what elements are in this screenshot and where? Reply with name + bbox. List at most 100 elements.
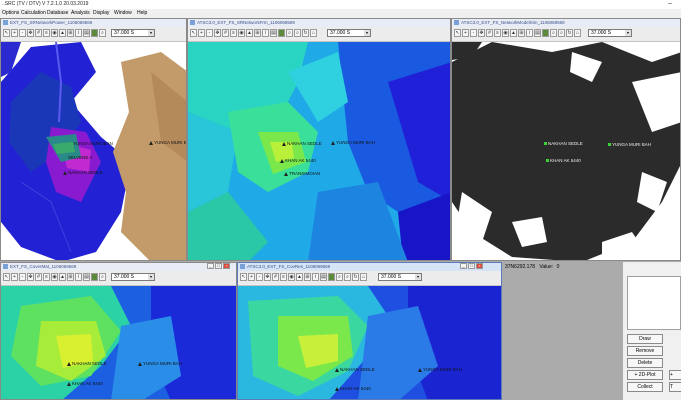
layer-tool-icon[interactable]: ≡	[494, 29, 501, 37]
map-window-5[interactable]: ATSC3.0_EXT_FS_CovRes_1106069569 _ □ × ↖…	[237, 262, 502, 400]
find-tool-icon[interactable]: ⌕	[336, 273, 343, 281]
measure-tool-icon[interactable]: ⊞	[67, 273, 74, 281]
pin-tool-icon[interactable]: ◉	[502, 29, 509, 37]
zoom-in-icon[interactable]: +	[11, 29, 18, 37]
scale-select[interactable]: 37.000 S ▾	[111, 273, 155, 281]
plot-list[interactable]	[627, 276, 681, 330]
landscape-tool-icon[interactable]	[328, 273, 335, 281]
pan-tool-icon[interactable]: ✥	[27, 273, 34, 281]
window-minimize-button[interactable]: _	[460, 263, 467, 269]
zoom-in-icon[interactable]: +	[198, 29, 205, 37]
pointer-tool-icon[interactable]: ↖	[3, 273, 10, 281]
zoom-out-icon[interactable]: -	[256, 273, 263, 281]
scale-select[interactable]: 37.000 S ▾	[378, 273, 422, 281]
measure-tool-icon[interactable]: ⊞	[67, 29, 74, 37]
scale-select[interactable]: 37.000 S ▾	[111, 29, 155, 37]
coverage-map[interactable]: NAKHAN SEDLE YUNGA MURI BAH KHAN AK 5440	[1, 286, 236, 399]
chevron-down-icon[interactable]: ▾	[364, 30, 370, 36]
grid-tool-icon[interactable]: #	[272, 273, 279, 281]
pointer-tool-icon[interactable]: ↖	[240, 273, 247, 281]
landscape-tool-icon[interactable]	[542, 29, 549, 37]
scale-select[interactable]: 37.000 S ▾	[327, 29, 371, 37]
grid-tool-icon[interactable]: #	[35, 273, 42, 281]
draw-button[interactable]: Draw	[627, 334, 663, 344]
menu-window[interactable]: Window	[114, 10, 132, 16]
chevron-down-icon[interactable]: ▾	[148, 274, 154, 280]
refresh-tool-icon[interactable]: ↻	[352, 273, 359, 281]
layer-tool-icon[interactable]: ≡	[280, 273, 287, 281]
print-tool-icon[interactable]: ▤	[534, 29, 541, 37]
landscape-tool-icon[interactable]	[278, 29, 285, 37]
minimize-button[interactable]: –	[668, 0, 672, 8]
zoom-out-icon[interactable]: -	[19, 273, 26, 281]
info-tool-icon[interactable]: i	[75, 29, 82, 37]
menu-help[interactable]: Help	[137, 10, 147, 16]
pan-tool-icon[interactable]: ✥	[214, 29, 221, 37]
measure-tool-icon[interactable]: ⊞	[518, 29, 525, 37]
chevron-down-icon[interactable]: ▾	[415, 274, 421, 280]
map-window-3[interactable]: ATSC3.0_EXT_FS_NetworkModelSim_110606956…	[451, 18, 681, 261]
zoom-in-icon[interactable]: +	[462, 29, 469, 37]
search-tool-icon[interactable]: ⌕	[294, 29, 301, 37]
pin-tool-icon[interactable]: ◉	[51, 273, 58, 281]
grid-tool-icon[interactable]: #	[486, 29, 493, 37]
menu-calculation[interactable]: Calculation	[21, 10, 46, 16]
measure-tool-icon[interactable]: ⊞	[254, 29, 261, 37]
pointer-tool-icon[interactable]: ↖	[454, 29, 461, 37]
terrain-tool-icon[interactable]: ▲	[510, 29, 517, 37]
home-tool-icon[interactable]: ⌂	[360, 273, 367, 281]
terrain-tool-icon[interactable]: ▲	[59, 273, 66, 281]
zoom-in-icon[interactable]: +	[11, 273, 18, 281]
coverage-map[interactable]: NAKHAN SEDLE YUNGA MURI BAH KHAN AK 5440	[452, 42, 680, 260]
measure-tool-icon[interactable]: ⊞	[304, 273, 311, 281]
refresh-tool-icon[interactable]: ↻	[566, 29, 573, 37]
home-tool-icon[interactable]: ⌂	[574, 29, 581, 37]
pan-tool-icon[interactable]: ✥	[27, 29, 34, 37]
print-tool-icon[interactable]: ▤	[320, 273, 327, 281]
menu-display[interactable]: Display	[93, 10, 109, 16]
grid-tool-icon[interactable]: #	[35, 29, 42, 37]
pointer-tool-icon[interactable]: ↖	[3, 29, 10, 37]
grid-tool-icon[interactable]: #	[222, 29, 229, 37]
window-minimize-button[interactable]: _	[207, 263, 214, 269]
print-tool-icon[interactable]: ▤	[83, 273, 90, 281]
pan-tool-icon[interactable]: ✥	[264, 273, 271, 281]
chevron-down-icon[interactable]: ▾	[625, 30, 631, 36]
delete-button[interactable]: Delete	[627, 358, 663, 368]
zoom-out-icon[interactable]: -	[470, 29, 477, 37]
find-tool-icon[interactable]: ⌕	[99, 273, 106, 281]
pan-tool-icon[interactable]: ✥	[478, 29, 485, 37]
info-tool-icon[interactable]: i	[262, 29, 269, 37]
pin-tool-icon[interactable]: ◉	[51, 29, 58, 37]
find-tool-icon[interactable]: ⌕	[286, 29, 293, 37]
print-tool-icon[interactable]: ▤	[270, 29, 277, 37]
add-2d-plot-button[interactable]: + 2D-Plot	[627, 370, 663, 380]
window-maximize-button[interactable]: □	[468, 263, 475, 269]
print-tool-icon[interactable]: ▤	[83, 29, 90, 37]
find-tool-icon[interactable]: ⌕	[99, 29, 106, 37]
window-close-button[interactable]: ×	[223, 263, 230, 269]
chevron-down-icon[interactable]: ▾	[148, 30, 154, 36]
window-maximize-button[interactable]: □	[215, 263, 222, 269]
landscape-tool-icon[interactable]	[91, 29, 98, 37]
terrain-tool-icon[interactable]: ▲	[296, 273, 303, 281]
find-tool-icon[interactable]: ⌕	[550, 29, 557, 37]
terrain-tool-icon[interactable]: ▲	[59, 29, 66, 37]
side-plus-button[interactable]: +	[669, 370, 681, 380]
layer-tool-icon[interactable]: ≡	[43, 273, 50, 281]
coverage-map[interactable]: NAKHAN SEDLE YUNGA MURI BAH KHAN AK 5440	[238, 286, 501, 399]
refresh-tool-icon[interactable]: ↻	[302, 29, 309, 37]
home-tool-icon[interactable]: ⌂	[310, 29, 317, 37]
search-tool-icon[interactable]: ⌕	[344, 273, 351, 281]
window-close-button[interactable]: ×	[476, 263, 483, 269]
layer-tool-icon[interactable]: ≡	[43, 29, 50, 37]
pointer-tool-icon[interactable]: ↖	[190, 29, 197, 37]
search-tool-icon[interactable]: ⌕	[558, 29, 565, 37]
map-window-1[interactable]: EXT_FS_SRNetworkPower_1106069569 ↖ + - ✥…	[0, 18, 187, 261]
zoom-in-icon[interactable]: +	[248, 273, 255, 281]
coverage-map[interactable]: NAKHAN SEDLE YUNGA MURI BAH KHAN AK 5440…	[188, 42, 450, 260]
scale-select[interactable]: 37.000 S ▾	[588, 29, 632, 37]
info-tool-icon[interactable]: i	[526, 29, 533, 37]
side-t-button[interactable]: T	[669, 382, 681, 392]
pin-tool-icon[interactable]: ◉	[288, 273, 295, 281]
